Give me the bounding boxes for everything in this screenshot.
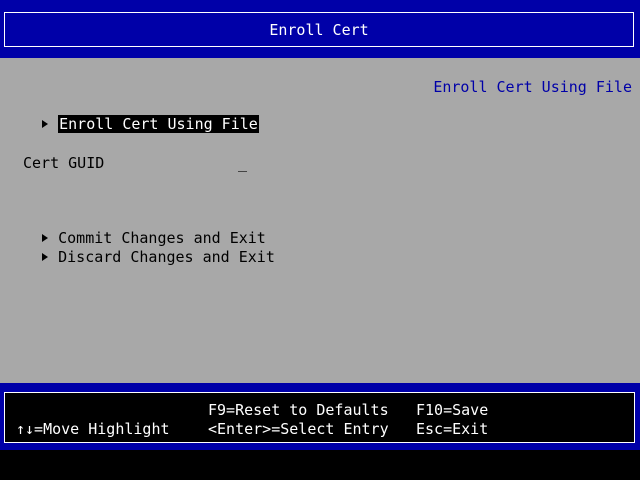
enroll-cert-using-file-item[interactable]: Enroll Cert Using File	[6, 97, 259, 133]
reset-defaults-hint: F9=Reset to Defaults	[208, 401, 389, 419]
commit-changes-and-exit-item[interactable]: Commit Changes and Exit	[6, 211, 266, 247]
right-triangle-icon	[42, 120, 49, 128]
select-entry-hint: <Enter>=Select Entry	[208, 420, 389, 438]
move-highlight-hint: ↑↓=Move Highlight	[16, 420, 170, 438]
title-frame: Enroll Cert	[4, 12, 634, 47]
menu-item-label: Enroll Cert Using File	[58, 115, 259, 133]
exit-hint: Esc=Exit	[416, 420, 489, 438]
cert-guid-label: Cert GUID	[23, 154, 105, 172]
save-hint: F10=Save	[416, 401, 489, 419]
title-bar: Enroll Cert	[0, 0, 640, 58]
bottom-border	[0, 450, 640, 480]
menu-item-label: Discard Changes and Exit	[58, 248, 275, 266]
right-triangle-icon	[42, 253, 49, 261]
footer-frame: ↑↓=Move Highlight F9=Reset to Defaults <…	[4, 392, 635, 443]
page-title: Enroll Cert	[269, 21, 369, 39]
cert-guid-input[interactable]: _	[238, 154, 248, 172]
footer-bar: ↑↓=Move Highlight F9=Reset to Defaults <…	[0, 383, 640, 450]
discard-changes-and-exit-item[interactable]: Discard Changes and Exit	[6, 230, 275, 266]
help-text: Enroll Cert Using File	[433, 78, 632, 96]
form-content: Enroll Cert Using File Enroll Cert Using…	[0, 58, 640, 383]
